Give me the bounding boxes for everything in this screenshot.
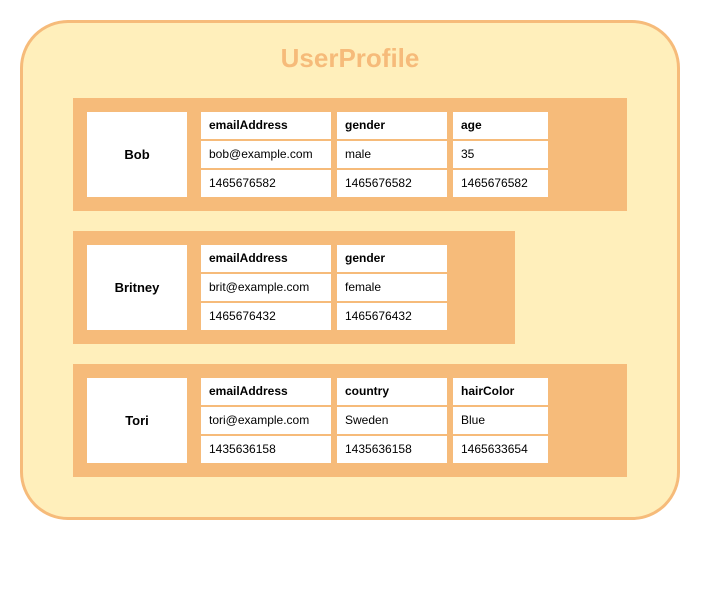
- attr-block: emailAddress tori@example.com 1435636158: [201, 378, 331, 463]
- attr-value: 35: [453, 141, 548, 168]
- attr-key: gender: [337, 245, 447, 272]
- user-name: Bob: [87, 112, 187, 197]
- attr-block: emailAddress brit@example.com 1465676432: [201, 245, 331, 330]
- user-card: Britney emailAddress brit@example.com 14…: [73, 231, 515, 344]
- attr-value: brit@example.com: [201, 274, 331, 301]
- attr-ts: 1465676582: [453, 170, 548, 197]
- attr-key: hairColor: [453, 378, 548, 405]
- attr-key: emailAddress: [201, 378, 331, 405]
- page-title: UserProfile: [73, 43, 627, 74]
- attr-value: male: [337, 141, 447, 168]
- user-attrs: emailAddress bob@example.com 1465676582 …: [201, 112, 548, 197]
- attr-value: bob@example.com: [201, 141, 331, 168]
- user-name: Tori: [87, 378, 187, 463]
- attr-key: emailAddress: [201, 245, 331, 272]
- attr-ts: 1465676582: [337, 170, 447, 197]
- attr-block: country Sweden 1435636158: [337, 378, 447, 463]
- attr-ts: 1465676432: [337, 303, 447, 330]
- user-attrs: emailAddress tori@example.com 1435636158…: [201, 378, 548, 463]
- attr-key: emailAddress: [201, 112, 331, 139]
- attr-block: gender female 1465676432: [337, 245, 447, 330]
- attr-value: female: [337, 274, 447, 301]
- user-card: Tori emailAddress tori@example.com 14356…: [73, 364, 627, 477]
- user-card: Bob emailAddress bob@example.com 1465676…: [73, 98, 627, 211]
- attr-value: Sweden: [337, 407, 447, 434]
- userprofile-container: UserProfile Bob emailAddress bob@example…: [20, 20, 680, 520]
- attr-value: tori@example.com: [201, 407, 331, 434]
- attr-block: emailAddress bob@example.com 1465676582: [201, 112, 331, 197]
- attr-ts: 1435636158: [201, 436, 331, 463]
- user-attrs: emailAddress brit@example.com 1465676432…: [201, 245, 447, 330]
- attr-key: gender: [337, 112, 447, 139]
- attr-ts: 1465633654: [453, 436, 548, 463]
- attr-block: age 35 1465676582: [453, 112, 548, 197]
- attr-ts: 1465676582: [201, 170, 331, 197]
- attr-ts: 1465676432: [201, 303, 331, 330]
- user-name: Britney: [87, 245, 187, 330]
- attr-block: hairColor Blue 1465633654: [453, 378, 548, 463]
- attr-key: country: [337, 378, 447, 405]
- attr-key: age: [453, 112, 548, 139]
- attr-block: gender male 1465676582: [337, 112, 447, 197]
- attr-value: Blue: [453, 407, 548, 434]
- attr-ts: 1435636158: [337, 436, 447, 463]
